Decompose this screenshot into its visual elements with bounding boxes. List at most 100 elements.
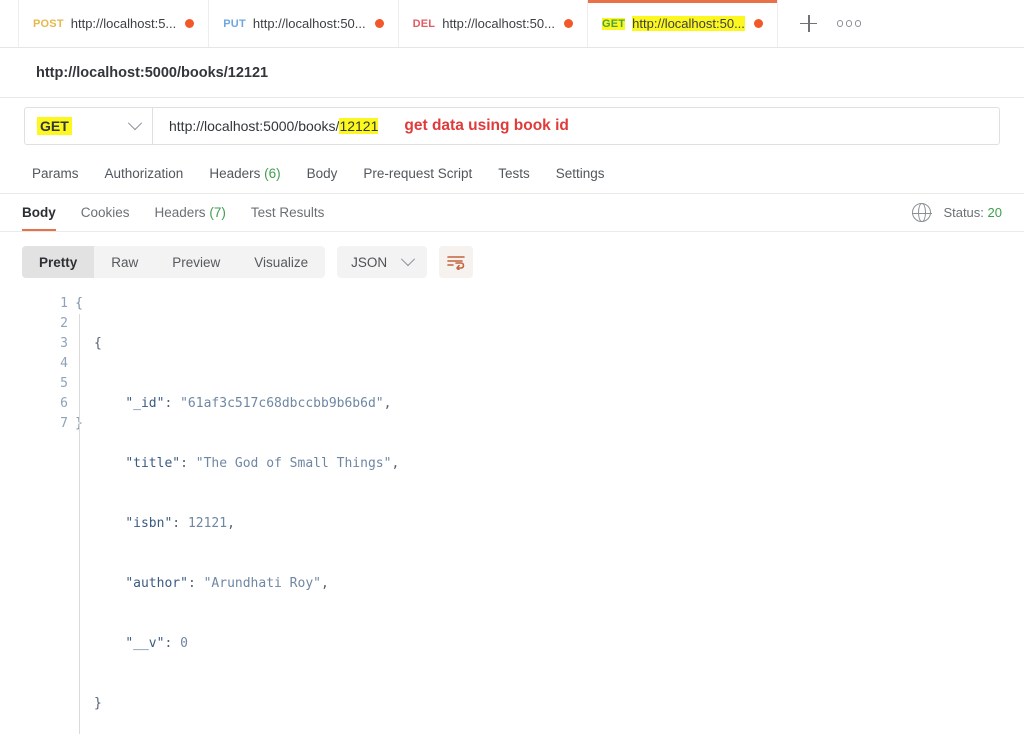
json-line: "title": "The God of Small Things", <box>94 454 399 474</box>
status-badge: Status: 20 <box>943 205 1002 220</box>
json-separator: : <box>164 636 180 651</box>
line-number: 7 <box>46 414 68 434</box>
json-comma: , <box>391 456 399 471</box>
url-bar: GET http://localhost:5000/books/12121 ge… <box>24 107 1000 145</box>
json-line: "__v": 0 <box>94 634 399 654</box>
json-value: 0 <box>180 636 188 651</box>
json-close-brace: } <box>94 696 102 711</box>
json-value: "Arundhati Roy" <box>204 576 321 591</box>
tab-label: Pre-request Script <box>363 166 472 181</box>
json-content: { "_id": "61af3c517c68dbccbb9b6b6d", "ti… <box>90 294 399 754</box>
request-config-tabs: Params Authorization Headers (6) Body Pr… <box>0 154 1024 194</box>
tab-pre-request-script[interactable]: Pre-request Script <box>363 166 472 181</box>
json-line: "isbn": 12121, <box>94 514 399 534</box>
json-open-brace: { <box>94 336 102 351</box>
tab-body[interactable]: Body <box>307 166 338 181</box>
tab-tests[interactable]: Tests <box>498 166 530 181</box>
word-wrap-icon <box>447 254 466 270</box>
tab-more-options-button[interactable] <box>832 7 866 41</box>
line-number: 2 <box>46 314 68 334</box>
tab-url-label: http://localhost:50... <box>632 16 745 31</box>
fold-guide-line <box>79 314 80 734</box>
line-number: 3 <box>46 334 68 354</box>
unsaved-changes-dot <box>564 19 573 28</box>
http-method-label: GET <box>37 117 72 135</box>
line-number: 6 <box>46 394 68 414</box>
json-line: { <box>94 334 399 354</box>
line-number: 4 <box>46 354 68 374</box>
body-view-raw[interactable]: Raw <box>94 246 155 278</box>
response-format-dropdown[interactable]: JSON <box>337 246 427 278</box>
tab-label: Body <box>22 205 56 220</box>
json-value: "The God of Small Things" <box>196 456 392 471</box>
tab-count-badge: (6) <box>264 166 281 181</box>
line-number: 5 <box>46 374 68 394</box>
ellipsis-icon <box>837 20 862 27</box>
response-body-viewer[interactable]: 1 2 3 4 5 6 7 { } { "_id": "61af3c517c68… <box>0 288 1024 754</box>
request-tab-get[interactable]: GET http://localhost:50... <box>588 0 778 47</box>
request-tab-post[interactable]: POST http://localhost:5... <box>18 0 209 47</box>
response-status-area: Status: 20 <box>912 203 1002 222</box>
annotation-text: get data using book id <box>404 117 568 135</box>
tab-label: Tests <box>498 166 530 181</box>
json-key: "author" <box>125 576 188 591</box>
url-input[interactable]: http://localhost:5000/books/12121 get da… <box>153 117 999 135</box>
code-fold-column: { } <box>68 294 90 754</box>
chevron-down-icon <box>401 252 415 266</box>
unsaved-changes-dot <box>185 19 194 28</box>
line-number-gutter: 1 2 3 4 5 6 7 <box>46 294 68 754</box>
word-wrap-toggle-button[interactable] <box>439 246 473 278</box>
tab-headers[interactable]: Headers (6) <box>209 166 280 181</box>
tab-url-label: http://localhost:5... <box>71 16 177 31</box>
http-method-dropdown[interactable]: GET <box>25 108 153 144</box>
json-separator: : <box>180 456 196 471</box>
json-key: "isbn" <box>125 516 172 531</box>
response-tab-test-results[interactable]: Test Results <box>251 194 325 231</box>
response-tab-headers[interactable]: Headers (7) <box>155 194 226 231</box>
tab-url-label: http://localhost:50... <box>442 16 555 31</box>
response-tab-cookies[interactable]: Cookies <box>81 194 130 231</box>
tab-params[interactable]: Params <box>32 166 79 181</box>
request-name-row: http://localhost:5000/books/12121 <box>0 48 1024 98</box>
json-line: } <box>94 694 399 714</box>
json-comma: , <box>227 516 235 531</box>
json-line: "_id": "61af3c517c68dbccbb9b6b6d", <box>94 394 399 414</box>
line-number: 1 <box>46 294 68 314</box>
body-view-pretty[interactable]: Pretty <box>22 246 94 278</box>
response-tab-body[interactable]: Body <box>22 194 56 231</box>
status-label: Status: <box>943 205 983 220</box>
json-key: "title" <box>125 456 180 471</box>
body-view-visualize[interactable]: Visualize <box>237 246 325 278</box>
tab-bar-actions <box>778 0 866 47</box>
new-tab-button[interactable] <box>792 7 826 41</box>
tab-url-label: http://localhost:50... <box>253 16 366 31</box>
json-key: "_id" <box>125 396 164 411</box>
response-body-toolbar: Pretty Raw Preview Visualize JSON <box>0 232 1024 288</box>
tab-label: Headers <box>209 166 260 181</box>
tab-method-label: POST <box>33 18 64 30</box>
tab-label: Params <box>32 166 79 181</box>
json-comma: , <box>384 396 392 411</box>
request-tab-bar: POST http://localhost:5... PUT http://lo… <box>0 0 1024 48</box>
url-row: GET http://localhost:5000/books/12121 ge… <box>0 98 1024 154</box>
globe-icon <box>912 203 931 222</box>
unsaved-changes-dot <box>754 19 763 28</box>
unsaved-changes-dot <box>375 19 384 28</box>
request-title: http://localhost:5000/books/12121 <box>36 65 268 81</box>
plus-icon <box>800 15 817 32</box>
tab-authorization[interactable]: Authorization <box>105 166 184 181</box>
tab-label: Headers <box>155 205 206 220</box>
request-tab-del[interactable]: DEL http://localhost:50... <box>399 0 588 47</box>
request-tab-put[interactable]: PUT http://localhost:50... <box>209 0 398 47</box>
json-separator: : <box>172 516 188 531</box>
body-view-preview[interactable]: Preview <box>155 246 237 278</box>
tab-method-label: GET <box>602 18 625 30</box>
json-line: "author": "Arundhati Roy", <box>94 574 399 594</box>
tab-settings[interactable]: Settings <box>556 166 605 181</box>
json-separator: : <box>164 396 180 411</box>
tab-label: Cookies <box>81 205 130 220</box>
fold-open-brace[interactable]: { <box>68 294 90 314</box>
tab-label: Settings <box>556 166 605 181</box>
url-input-id-segment: 12121 <box>339 118 378 134</box>
status-code: 20 <box>988 205 1002 220</box>
